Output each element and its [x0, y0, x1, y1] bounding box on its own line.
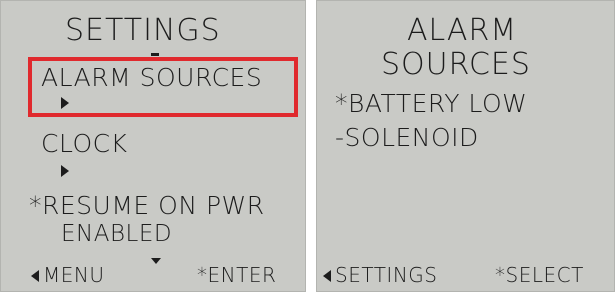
setting-value: ENABLED: [61, 221, 173, 247]
softkey-enter[interactable]: *ENTER: [197, 263, 276, 287]
scroll-up-indicator: [151, 53, 159, 56]
menu-item-label: CLOCK: [41, 129, 128, 158]
alarm-sources-screen: ALARM SOURCES *BATTERY LOW -SOLENOID SET…: [316, 0, 615, 292]
back-arrow-icon: [31, 270, 39, 282]
submenu-arrow-icon: [61, 165, 69, 177]
submenu-arrow-icon: [61, 97, 69, 109]
settings-screen: SETTINGS ALARM SOURCES CLOCK *RESUME ON …: [0, 0, 306, 292]
menu-item-label: ALARM SOURCES: [41, 63, 263, 92]
option-battery-low[interactable]: *BATTERY LOW: [335, 89, 527, 118]
scroll-down-icon: [151, 258, 161, 264]
page-title: SETTINGS: [65, 13, 221, 48]
menu-item-label: *RESUME ON PWR: [29, 191, 265, 220]
page-title-line2: SOURCES: [381, 47, 531, 82]
option-solenoid[interactable]: -SOLENOID: [335, 123, 479, 152]
softkey-left-label: MENU: [43, 263, 105, 287]
softkey-select[interactable]: *SELECT: [495, 263, 584, 287]
softkey-left-label: SETTINGS: [335, 263, 438, 287]
back-arrow-icon: [323, 270, 331, 282]
page-title-line1: ALARM: [407, 13, 518, 48]
